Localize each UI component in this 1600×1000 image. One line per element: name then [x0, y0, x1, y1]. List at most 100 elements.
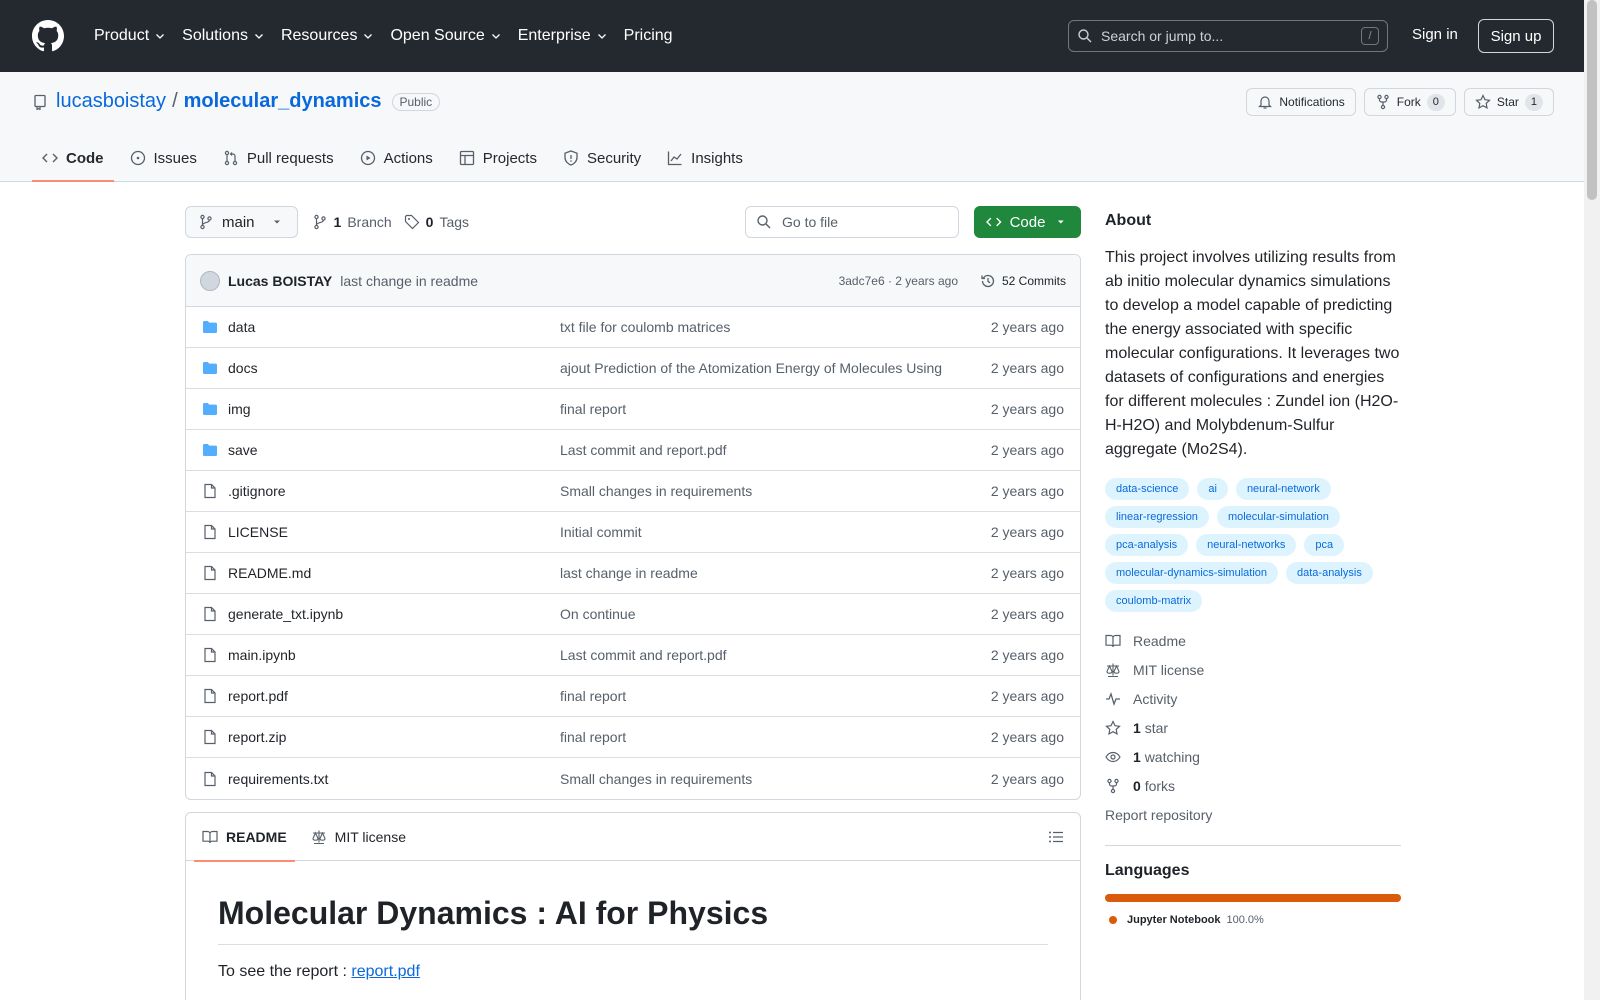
nav-enterprise[interactable]: Enterprise [510, 20, 616, 52]
table-row[interactable]: docs ajout Prediction of the Atomization … [186, 348, 1080, 389]
topic-tag[interactable]: ai [1197, 478, 1228, 500]
topic-tag[interactable]: data-science [1105, 478, 1190, 500]
table-row[interactable]: img final report 2 years ago [186, 389, 1080, 430]
branch-selector[interactable]: main [185, 206, 298, 238]
commit-message[interactable]: last change in readme [340, 273, 478, 289]
file-commit-message[interactable]: Initial commit [560, 524, 960, 540]
github-logo-icon[interactable] [32, 20, 64, 52]
tab-pull-requests[interactable]: Pull requests [213, 134, 344, 182]
file-name-link[interactable]: main.ipynb [228, 647, 560, 663]
tab-issues[interactable]: Issues [120, 134, 207, 182]
table-row[interactable]: .gitignore Small changes in requirements 2… [186, 471, 1080, 512]
star-button[interactable]: Star 1 [1463, 88, 1554, 116]
topic-tag[interactable]: coulomb-matrix [1105, 590, 1203, 612]
file-name-link[interactable]: save [228, 442, 560, 458]
tag-label: Tags [439, 214, 470, 230]
table-row[interactable]: main.ipynb Last commit and report.pdf 2 ye… [186, 635, 1080, 676]
nav-resources[interactable]: Resources [273, 20, 382, 52]
history-icon [981, 274, 995, 287]
readme-link[interactable]: Readme [1105, 626, 1401, 655]
file-name-link[interactable]: README.md [228, 565, 560, 581]
table-row[interactable]: data txt file for coulomb matrices 2 years… [186, 307, 1080, 348]
nav-product[interactable]: Product [86, 20, 174, 52]
topic-tag[interactable]: linear-regression [1105, 506, 1209, 528]
tab-license[interactable]: MIT license [303, 813, 414, 861]
watching-link[interactable]: 1 watching [1105, 742, 1401, 771]
fork-button[interactable]: Fork 0 [1363, 88, 1456, 116]
file-name-link[interactable]: data [228, 319, 560, 335]
topic-tag[interactable]: neural-networks [1196, 534, 1297, 556]
code-button[interactable]: Code [974, 206, 1081, 238]
commits-link[interactable]: 52 Commits [980, 273, 1066, 289]
forks-count: 0 [1133, 777, 1141, 794]
file-name-link[interactable]: requirements.txt [228, 771, 560, 787]
list-unordered-icon[interactable] [1048, 829, 1064, 845]
tab-actions[interactable]: Actions [350, 134, 443, 182]
license-link[interactable]: MIT license [1105, 655, 1401, 684]
topic-tag[interactable]: data-analysis [1286, 562, 1373, 584]
topic-tag[interactable]: neural-network [1235, 478, 1331, 500]
stars-link[interactable]: 1 star [1105, 713, 1401, 742]
file-commit-message[interactable]: txt file for coulomb matrices [560, 319, 960, 335]
file-name-link[interactable]: img [228, 401, 560, 417]
file-name-link[interactable]: report.zip [228, 729, 560, 745]
file-name-link[interactable]: LICENSE [228, 524, 560, 540]
file-commit-message[interactable]: On continue [560, 606, 960, 622]
language-percent: 100.0% [1226, 914, 1264, 926]
file-commit-message[interactable]: final report [560, 688, 960, 704]
repo-name-link[interactable]: molecular_dynamics [184, 90, 382, 113]
branches-link[interactable]: 1 Branch [312, 214, 392, 230]
topic-tag[interactable]: molecular-simulation [1216, 506, 1340, 528]
nav-pricing[interactable]: Pricing [616, 20, 681, 52]
tab-security[interactable]: Security [553, 134, 651, 182]
language-item[interactable]: Jupyter Notebook 100.0% [1105, 914, 1401, 926]
tab-insights[interactable]: Insights [657, 134, 753, 182]
tab-code[interactable]: Code [32, 134, 114, 182]
file-commit-message[interactable]: final report [560, 401, 960, 417]
file-commit-age: 2 years ago [990, 319, 1064, 335]
report-pdf-link[interactable]: report.pdf [351, 963, 419, 980]
search-input[interactable]: Search or jump to... / [1068, 20, 1388, 52]
table-row[interactable]: LICENSE Initial commit 2 years ago [186, 512, 1080, 553]
notifications-button[interactable]: Notifications [1246, 88, 1356, 116]
table-row[interactable]: README.md last change in readme 2 years ag… [186, 553, 1080, 594]
table-row[interactable]: generate_txt.ipynb On continue 2 years ago [186, 594, 1080, 635]
file-name-link[interactable]: docs [228, 360, 560, 376]
nav-solutions[interactable]: Solutions [174, 20, 273, 52]
sign-in-link[interactable]: Sign in [1412, 26, 1458, 43]
latest-commit-bar: Lucas BOISTAY last change in readme 3adc… [186, 255, 1080, 307]
sign-up-button[interactable]: Sign up [1478, 19, 1554, 53]
stars-label: star [1144, 719, 1169, 736]
tab-projects[interactable]: Projects [449, 134, 547, 182]
topic-tag[interactable]: pca [1304, 534, 1345, 556]
file-commit-message[interactable]: ajout Prediction of the Atomization Ener… [560, 360, 960, 376]
topic-tag[interactable]: molecular-dynamics-simulation [1105, 562, 1278, 584]
file-name-link[interactable]: .gitignore [228, 483, 560, 499]
file-name-link[interactable]: report.pdf [228, 688, 560, 704]
scrollbar-thumb[interactable] [1587, 0, 1597, 200]
activity-link[interactable]: Activity [1105, 684, 1401, 713]
table-row[interactable]: save Last commit and report.pdf 2 years ag… [186, 430, 1080, 471]
go-to-file-input[interactable]: Go to file [745, 206, 959, 238]
file-commit-message[interactable]: last change in readme [560, 565, 960, 581]
report-repository-link[interactable]: Report repository [1105, 800, 1401, 829]
forks-link[interactable]: 0 forks [1105, 771, 1401, 800]
file-commit-message[interactable]: Small changes in requirements [560, 483, 960, 499]
file-commit-message[interactable]: final report [560, 729, 960, 745]
repo-owner-link[interactable]: lucasboistay [56, 90, 166, 113]
avatar[interactable] [200, 270, 220, 291]
tags-link[interactable]: 0 Tags [404, 214, 469, 230]
file-commit-message[interactable]: Last commit and report.pdf [560, 647, 960, 663]
table-row[interactable]: report.zip final report 2 years ago [186, 717, 1080, 758]
topic-tag[interactable]: pca-analysis [1105, 534, 1189, 556]
commit-hash-age[interactable]: 3adc7e6 · 2 years ago [839, 274, 958, 288]
file-name-link[interactable]: generate_txt.ipynb [228, 606, 560, 622]
file-commit-message[interactable]: Last commit and report.pdf [560, 442, 960, 458]
table-row[interactable]: report.pdf final report 2 years ago [186, 676, 1080, 717]
tab-readme[interactable]: README [194, 813, 295, 862]
commit-author[interactable]: Lucas BOISTAY [228, 273, 332, 289]
scrollbar[interactable] [1584, 0, 1600, 1000]
file-commit-message[interactable]: Small changes in requirements [560, 771, 960, 787]
nav-open-source[interactable]: Open Source [382, 20, 509, 52]
table-row[interactable]: requirements.txt Small changes in require… [186, 758, 1080, 799]
